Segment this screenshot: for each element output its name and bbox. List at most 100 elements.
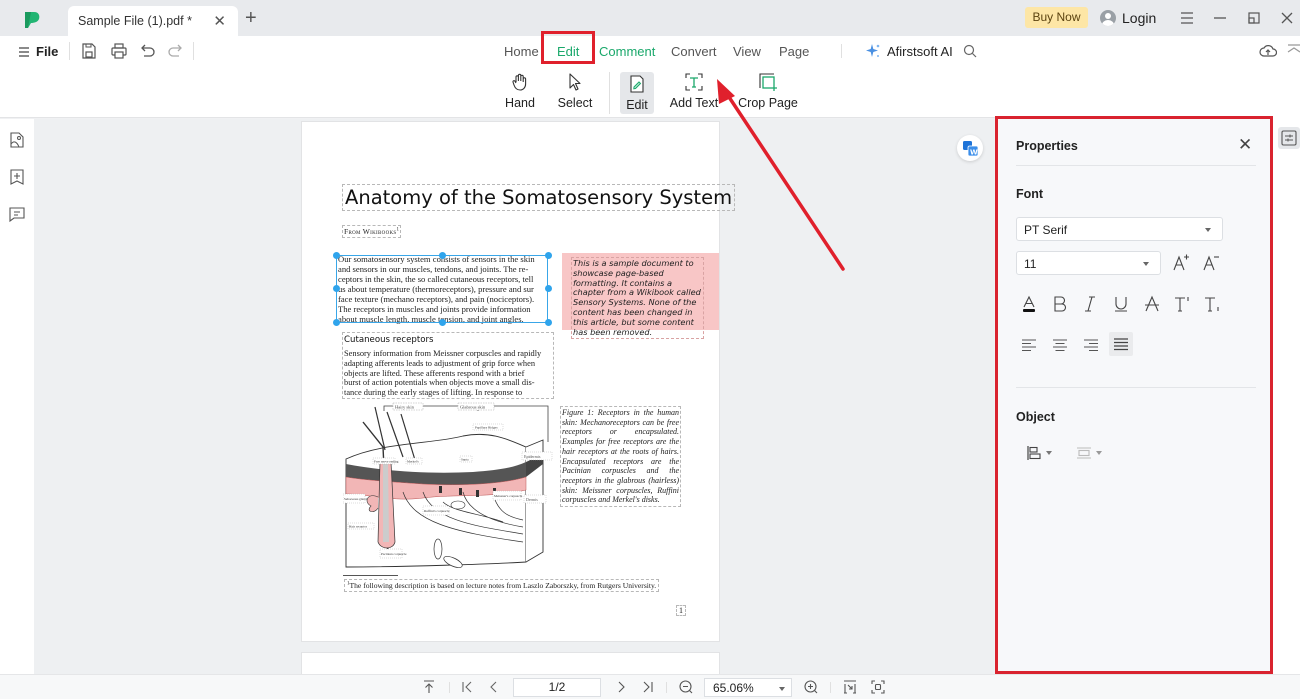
next-page-icon[interactable] xyxy=(613,679,629,695)
save-icon[interactable] xyxy=(80,42,98,60)
resize-handle[interactable] xyxy=(333,285,340,292)
edit-tab-highlight-annotation xyxy=(541,31,595,64)
align-right-button[interactable] xyxy=(1079,333,1103,357)
hamburger-icon[interactable] xyxy=(1177,8,1197,28)
underline-button[interactable] xyxy=(1109,292,1133,316)
chevron-down-icon xyxy=(779,687,785,691)
text-color-button[interactable] xyxy=(1017,292,1041,316)
object-distribute-dropdown[interactable] xyxy=(1076,441,1110,465)
tab-comment[interactable]: Comment xyxy=(599,44,655,59)
resize-handle[interactable] xyxy=(545,319,552,326)
subscript-icon xyxy=(1205,297,1219,312)
ai-assistant-button[interactable]: Afirstsoft AI xyxy=(865,43,953,59)
footnote-rule xyxy=(343,575,398,576)
fit-width-icon[interactable] xyxy=(842,679,858,695)
italic-icon xyxy=(1085,296,1095,312)
search-icon[interactable] xyxy=(963,44,977,58)
text-selection-box[interactable] xyxy=(336,255,548,323)
chevron-down-icon xyxy=(1096,451,1102,455)
resize-handle[interactable] xyxy=(333,252,340,259)
fit-page-icon[interactable] xyxy=(870,679,886,695)
footnote[interactable]: 1The following description is based on l… xyxy=(344,579,660,592)
align-left-button[interactable] xyxy=(1017,333,1041,357)
pdf-page-2[interactable] xyxy=(301,652,720,674)
note-text[interactable]: This is a sample document to showcase pa… xyxy=(571,257,704,340)
page-number: 1 xyxy=(676,605,686,616)
decrease-font-size-button[interactable] xyxy=(1199,251,1223,275)
cutaneous-section[interactable]: Cutaneous receptors Sensory information … xyxy=(342,332,554,399)
document-tab[interactable]: Sample File (1).pdf * ✕ xyxy=(68,6,238,36)
byline[interactable]: From Wikibooks1 xyxy=(342,225,402,238)
redo-icon[interactable] xyxy=(167,42,185,60)
bookmark-icon[interactable] xyxy=(8,168,26,186)
figure-label-free-nerve: Free nerve ending xyxy=(374,460,399,464)
hand-tool-button[interactable]: Hand xyxy=(505,72,535,114)
first-page-icon[interactable] xyxy=(459,679,475,695)
skin-receptors-figure[interactable]: Hairy skin Glabrous skin Papillary Ridge… xyxy=(343,402,553,570)
bold-button[interactable] xyxy=(1048,292,1072,316)
restore-icon[interactable] xyxy=(1244,8,1264,28)
strikethrough-icon xyxy=(1145,295,1159,312)
close-properties-icon[interactable]: ✕ xyxy=(1238,135,1252,155)
figure-caption[interactable]: Figure 1: Receptors in the human skin: M… xyxy=(560,406,681,508)
close-window-icon[interactable] xyxy=(1277,8,1297,28)
crop-page-button[interactable]: Crop Page xyxy=(738,72,798,114)
align-objects-icon xyxy=(1027,446,1041,460)
svg-text:W: W xyxy=(970,149,978,157)
italic-button[interactable] xyxy=(1078,292,1102,316)
tab-home[interactable]: Home xyxy=(504,44,539,59)
undo-icon[interactable] xyxy=(138,42,156,60)
comment-icon[interactable] xyxy=(8,205,26,223)
file-menu-button[interactable]: File xyxy=(18,44,58,59)
zoom-in-icon[interactable] xyxy=(803,679,819,695)
add-text-label: Add Text xyxy=(669,96,719,110)
collapse-toolbar-icon[interactable] xyxy=(1287,42,1300,60)
tab-page[interactable]: Page xyxy=(779,44,809,59)
increase-font-size-button[interactable] xyxy=(1169,251,1193,275)
resize-handle[interactable] xyxy=(545,252,552,259)
zoom-level-select[interactable]: 65.06% xyxy=(704,678,792,697)
object-align-dropdown[interactable] xyxy=(1026,441,1060,465)
previous-page-icon[interactable] xyxy=(486,679,502,695)
thumbnail-icon[interactable] xyxy=(8,131,26,149)
scroll-to-top-icon[interactable] xyxy=(421,679,437,695)
align-justify-button[interactable] xyxy=(1109,332,1133,356)
divider xyxy=(841,44,842,58)
strikethrough-button[interactable] xyxy=(1140,292,1164,316)
chevron-down-icon xyxy=(1046,451,1052,455)
tab-view[interactable]: View xyxy=(733,44,761,59)
resize-handle[interactable] xyxy=(439,252,446,259)
resize-handle[interactable] xyxy=(545,285,552,292)
font-size-increase-icon xyxy=(1173,254,1189,271)
minimize-icon[interactable] xyxy=(1210,8,1230,28)
cloud-upload-icon[interactable] xyxy=(1259,42,1277,60)
align-right-icon xyxy=(1084,339,1098,352)
zoom-out-icon[interactable] xyxy=(678,679,694,695)
figure-label-ruffini: Ruffini's corpuscle xyxy=(424,509,450,513)
resize-handle[interactable] xyxy=(439,319,446,326)
tab-convert[interactable]: Convert xyxy=(671,44,717,59)
page-number-input[interactable]: 1/2 xyxy=(513,678,601,697)
align-center-button[interactable] xyxy=(1048,333,1072,357)
new-tab-icon[interactable]: + xyxy=(245,8,257,28)
font-size-select[interactable]: 11 xyxy=(1016,251,1161,275)
document-title[interactable]: Anatomy of the Somatosensory System xyxy=(342,184,736,211)
resize-handle[interactable] xyxy=(333,319,340,326)
properties-toggle-button[interactable] xyxy=(1278,127,1300,149)
login-button[interactable]: Login xyxy=(1100,8,1156,28)
byline-footnote-ref: 1 xyxy=(396,227,400,233)
close-tab-icon[interactable]: ✕ xyxy=(213,12,226,30)
superscript-button[interactable] xyxy=(1170,292,1194,316)
edit-tool-button[interactable]: Edit xyxy=(620,72,654,114)
print-icon[interactable] xyxy=(110,42,128,60)
ai-label: Afirstsoft AI xyxy=(887,43,953,59)
select-tool-button[interactable]: Select xyxy=(556,72,594,114)
subscript-button[interactable] xyxy=(1200,292,1224,316)
font-family-select[interactable]: PT Serif xyxy=(1016,217,1223,241)
translate-button[interactable]: W xyxy=(957,135,983,161)
add-text-button[interactable]: Add Text xyxy=(667,72,721,114)
text-color-icon xyxy=(1023,295,1035,312)
last-page-icon[interactable] xyxy=(640,679,656,695)
section-line: Sensory information from Meissner corpus… xyxy=(344,349,542,358)
buy-now-button[interactable]: Buy Now xyxy=(1025,7,1088,28)
